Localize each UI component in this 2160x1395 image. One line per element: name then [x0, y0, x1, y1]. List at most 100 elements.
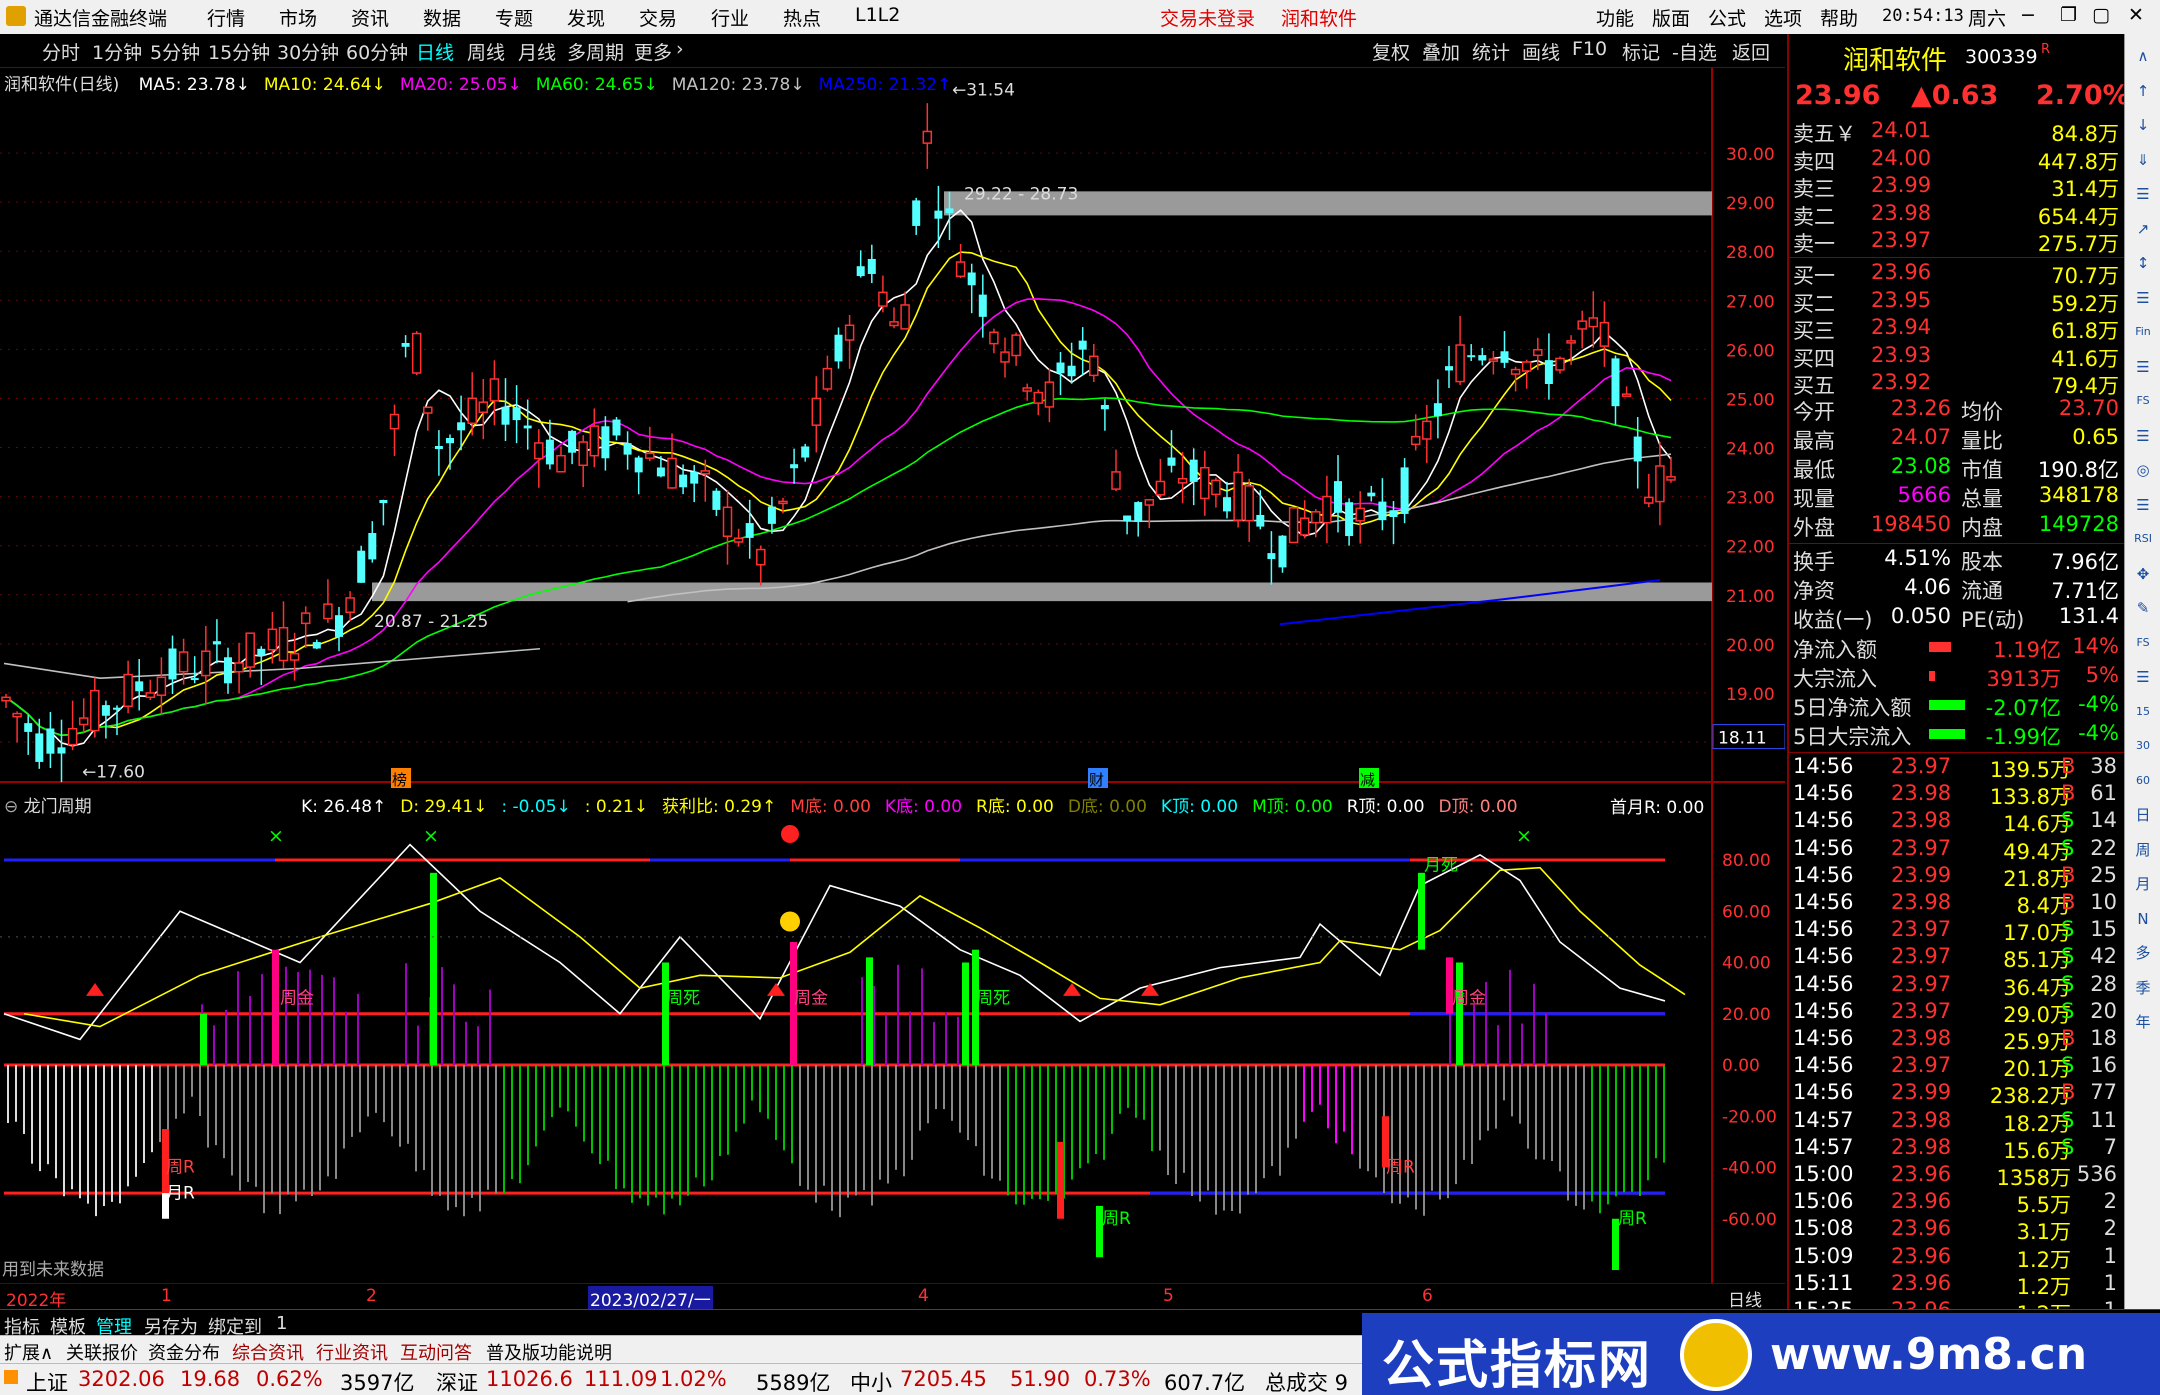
- toolbar-action[interactable]: 统计: [1472, 38, 1510, 65]
- link-tab[interactable]: 扩展∧: [4, 1339, 53, 1365]
- period-tab[interactable]: 1分钟: [92, 38, 142, 65]
- tool-icon[interactable]: ☰: [2131, 182, 2155, 206]
- tool-icon[interactable]: 日: [2131, 803, 2155, 827]
- menu-item[interactable]: 功能: [1596, 4, 1634, 31]
- tool-icon[interactable]: 15: [2131, 700, 2155, 724]
- menu-item[interactable]: 版面: [1652, 4, 1690, 31]
- candle-down: [934, 210, 943, 219]
- tool-icon[interactable]: ↓: [2131, 113, 2155, 137]
- signal-bar: [662, 962, 669, 1065]
- link-tab[interactable]: 互动问答: [400, 1339, 472, 1365]
- price-tick: 21.00: [1726, 587, 1775, 607]
- indicator-collapse-icon[interactable]: ⊖: [4, 797, 18, 817]
- tool-icon[interactable]: ☰: [2131, 493, 2155, 517]
- toolbar-action[interactable]: -自选: [1672, 38, 1717, 65]
- tool-icon[interactable]: ↕: [2131, 251, 2155, 275]
- tool-icon[interactable]: ☰: [2131, 665, 2155, 689]
- period-tab[interactable]: 15分钟: [208, 38, 270, 65]
- toolbar-action[interactable]: 叠加: [1422, 38, 1460, 65]
- indicator-tab[interactable]: 1: [276, 1313, 287, 1334]
- menu-item[interactable]: 市场: [279, 4, 317, 31]
- login-status[interactable]: 交易未登录: [1160, 4, 1255, 31]
- close-icon[interactable]: ✕: [2128, 4, 2144, 26]
- menu-item[interactable]: 交易: [639, 4, 677, 31]
- link-tab[interactable]: 资金分布: [148, 1339, 220, 1365]
- menu-item[interactable]: 公式: [1708, 4, 1746, 31]
- candle-up: [489, 378, 500, 402]
- tool-icon[interactable]: 年: [2131, 1010, 2155, 1034]
- tool-icon[interactable]: RSI: [2131, 527, 2155, 551]
- signal-bar: [1456, 962, 1463, 1065]
- period-tab[interactable]: 30分钟: [277, 38, 339, 65]
- menu-item[interactable]: 热点: [783, 4, 821, 31]
- period-tab[interactable]: 60分钟: [346, 38, 408, 65]
- index-name[interactable]: 中小: [850, 1367, 892, 1395]
- tool-icon[interactable]: 周: [2131, 838, 2155, 862]
- tool-icon[interactable]: ∧: [2131, 44, 2155, 68]
- toolbar-action[interactable]: 标记: [1622, 38, 1660, 65]
- chart-name: 润和软件(日线): [4, 75, 120, 95]
- restore-icon[interactable]: ❐: [2060, 4, 2077, 26]
- menu-item[interactable]: 发现: [567, 4, 605, 31]
- index-name[interactable]: 上证: [26, 1367, 68, 1395]
- period-tab[interactable]: 月线: [518, 38, 556, 65]
- quote-row: 卖四 24.00 447.8万: [1791, 146, 2121, 174]
- toolbar-action[interactable]: 返回: [1732, 38, 1770, 65]
- tool-icon[interactable]: ↗: [2131, 217, 2155, 241]
- bid-volume: 41.6万: [2051, 346, 2119, 371]
- toolbar-action[interactable]: 复权: [1372, 38, 1410, 65]
- candle-up: [1144, 499, 1155, 506]
- period-tab[interactable]: 多周期: [567, 38, 624, 65]
- toolbar-action[interactable]: F10: [1572, 38, 1607, 60]
- period-tab[interactable]: 5分钟: [150, 38, 200, 65]
- link-tab[interactable]: 综合资讯: [232, 1339, 304, 1365]
- menu-item[interactable]: 选项: [1764, 4, 1802, 31]
- tool-icon[interactable]: ◎: [2131, 458, 2155, 482]
- period-tab[interactable]: 分时: [42, 38, 80, 65]
- period-tab[interactable]: 更多: [634, 38, 672, 65]
- period-tab-active[interactable]: 日线: [416, 38, 454, 65]
- tool-icon[interactable]: ✎: [2131, 596, 2155, 620]
- up-triangle-icon: [767, 983, 785, 996]
- link-tab[interactable]: 普及版功能说明: [486, 1339, 612, 1365]
- tool-icon[interactable]: 30: [2131, 734, 2155, 758]
- toolbar-action[interactable]: 画线: [1522, 38, 1560, 65]
- ma-legend-item: MA250: 21.32↑: [818, 75, 952, 95]
- zone-label: 29.22 - 28.73: [964, 184, 1078, 204]
- indicator-tick: 40.00: [1722, 954, 1771, 974]
- tool-icon[interactable]: N: [2131, 907, 2155, 931]
- tool-icon[interactable]: ✥: [2131, 562, 2155, 586]
- candle-down: [357, 550, 366, 583]
- signal-label: 周R: [166, 1158, 195, 1178]
- link-tab[interactable]: 行业资讯: [316, 1339, 388, 1365]
- tool-icon[interactable]: ☰: [2131, 286, 2155, 310]
- tool-icon[interactable]: ⇓: [2131, 148, 2155, 172]
- menu-item[interactable]: 行业: [711, 4, 749, 31]
- tool-icon[interactable]: FS: [2131, 389, 2155, 413]
- candle-down: [434, 446, 443, 450]
- kline-chart[interactable]: 30.00 29.00 28.00 27.00 26.00 25.00 24.00 23.00…: [0, 68, 1785, 1283]
- minimize-icon[interactable]: −: [2020, 4, 2036, 26]
- index-name[interactable]: 深证: [436, 1367, 478, 1395]
- tool-icon[interactable]: 60: [2131, 769, 2155, 793]
- menu-item[interactable]: 资讯: [351, 4, 389, 31]
- link-tab[interactable]: 关联报价: [66, 1339, 138, 1365]
- menu-item[interactable]: 帮助: [1820, 4, 1858, 31]
- tool-icon[interactable]: ↑: [2131, 79, 2155, 103]
- menu-item[interactable]: 专题: [495, 4, 533, 31]
- menu-item[interactable]: 行情: [207, 4, 245, 31]
- tool-icon[interactable]: 多: [2131, 941, 2155, 965]
- tick-list[interactable]: 14:56 23.97 139.5万 B 38 14:56 23.98 133.8万 B 61 14…: [1789, 754, 2125, 1314]
- menu-item[interactable]: L1L2: [855, 4, 900, 26]
- tool-icon[interactable]: ☰: [2131, 355, 2155, 379]
- menu-item[interactable]: 数据: [423, 4, 461, 31]
- candle-up: [733, 537, 744, 543]
- tool-icon[interactable]: Fin: [2131, 320, 2155, 344]
- period-tab[interactable]: 周线: [467, 38, 505, 65]
- tool-icon[interactable]: ☰: [2131, 424, 2155, 448]
- tool-icon[interactable]: 月: [2131, 872, 2155, 896]
- tool-icon[interactable]: FS: [2131, 631, 2155, 655]
- stat-value: 0.65: [2072, 425, 2119, 449]
- tool-icon[interactable]: 季: [2131, 976, 2155, 1000]
- maximize-icon[interactable]: ▢: [2092, 4, 2110, 26]
